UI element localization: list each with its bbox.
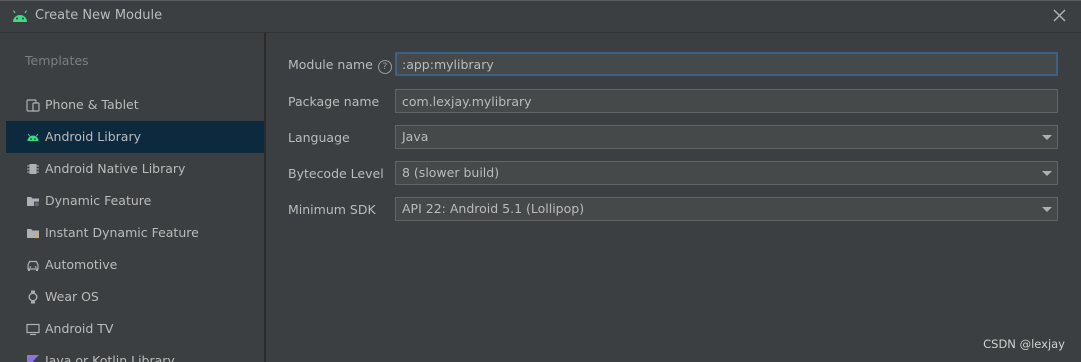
chevron-down-icon [1042, 207, 1052, 212]
car-icon [27, 260, 39, 271]
template-item-label: Phone & Tablet [45, 97, 139, 112]
bytecode-level-select[interactable]: 8 (slower build) [395, 161, 1058, 185]
minimum-sdk-label: Minimum SDK [288, 202, 376, 217]
module-name-label-text: Module name [288, 57, 373, 72]
templates-header: Templates [25, 53, 89, 68]
close-icon[interactable] [1053, 9, 1066, 22]
template-item-label: Android Library [45, 129, 142, 144]
package-name-row: Package name [266, 89, 1081, 115]
module-config-form: Module name? Package name Language Java … [266, 33, 1081, 362]
folder-module-icon [27, 197, 40, 207]
language-label: Language [288, 130, 350, 145]
template-item-android-native-library[interactable]: Android Native Library [6, 153, 264, 185]
template-item-label: Android Native Library [45, 161, 186, 176]
create-new-module-dialog: Create New Module Templates Phone & Tabl… [0, 0, 1081, 362]
language-row: Language Java [266, 125, 1081, 151]
watermark-text: CSDN @lexjay [983, 337, 1065, 351]
dialog-title: Create New Module [35, 8, 163, 23]
template-item-instant-dynamic-feature[interactable]: Instant Dynamic Feature [6, 217, 264, 249]
template-item-phone-tablet[interactable]: Phone & Tablet [6, 89, 264, 121]
template-item-wear-os[interactable]: Wear OS [6, 281, 264, 313]
templates-sidebar: Templates Phone & Tablet Android Library [6, 33, 264, 362]
package-name-input[interactable] [395, 89, 1058, 113]
help-icon[interactable]: ? [377, 60, 392, 74]
bytecode-level-value: 8 (slower build) [402, 165, 500, 180]
chevron-down-icon [1042, 135, 1052, 140]
template-item-label: Java or Kotlin Library [45, 353, 175, 362]
template-item-android-tv[interactable]: Android TV [6, 313, 264, 345]
template-item-java-kotlin-library[interactable]: Java or Kotlin Library [6, 345, 264, 362]
language-value: Java [402, 129, 429, 144]
android-studio-icon [12, 10, 28, 22]
chevron-down-icon [1042, 171, 1052, 176]
chip-icon [27, 164, 39, 174]
language-select[interactable]: Java [395, 125, 1058, 149]
template-item-label: Android TV [45, 321, 114, 336]
template-item-label: Automotive [45, 257, 118, 272]
template-item-android-library[interactable]: Android Library [6, 121, 264, 153]
bytecode-level-row: Bytecode Level 8 (slower build) [266, 161, 1081, 187]
module-name-input[interactable] [395, 52, 1058, 76]
template-item-label: Wear OS [45, 289, 99, 304]
template-item-automotive[interactable]: Automotive [6, 249, 264, 281]
module-name-label: Module name? [288, 57, 392, 74]
templates-list: Phone & Tablet Android Library Android N… [6, 89, 264, 362]
bytecode-level-label: Bytecode Level [288, 166, 384, 181]
phone-tablet-icon [26, 99, 40, 112]
module-name-row: Module name? [266, 52, 1081, 78]
template-item-label: Dynamic Feature [45, 193, 152, 208]
template-item-label: Instant Dynamic Feature [45, 225, 199, 240]
watch-icon [28, 290, 38, 304]
tv-icon [26, 323, 40, 336]
package-name-label: Package name [288, 94, 380, 109]
android-icon [27, 133, 39, 141]
minimum-sdk-value: API 22: Android 5.1 (Lollipop) [402, 201, 585, 216]
minimum-sdk-row: Minimum SDK API 22: Android 5.1 (Lollipo… [266, 197, 1081, 223]
folder-instant-icon [27, 229, 39, 239]
title-bar: Create New Module [0, 0, 1081, 32]
template-item-dynamic-feature[interactable]: Dynamic Feature [6, 185, 264, 217]
kotlin-icon [27, 355, 39, 362]
minimum-sdk-select[interactable]: API 22: Android 5.1 (Lollipop) [395, 197, 1058, 221]
